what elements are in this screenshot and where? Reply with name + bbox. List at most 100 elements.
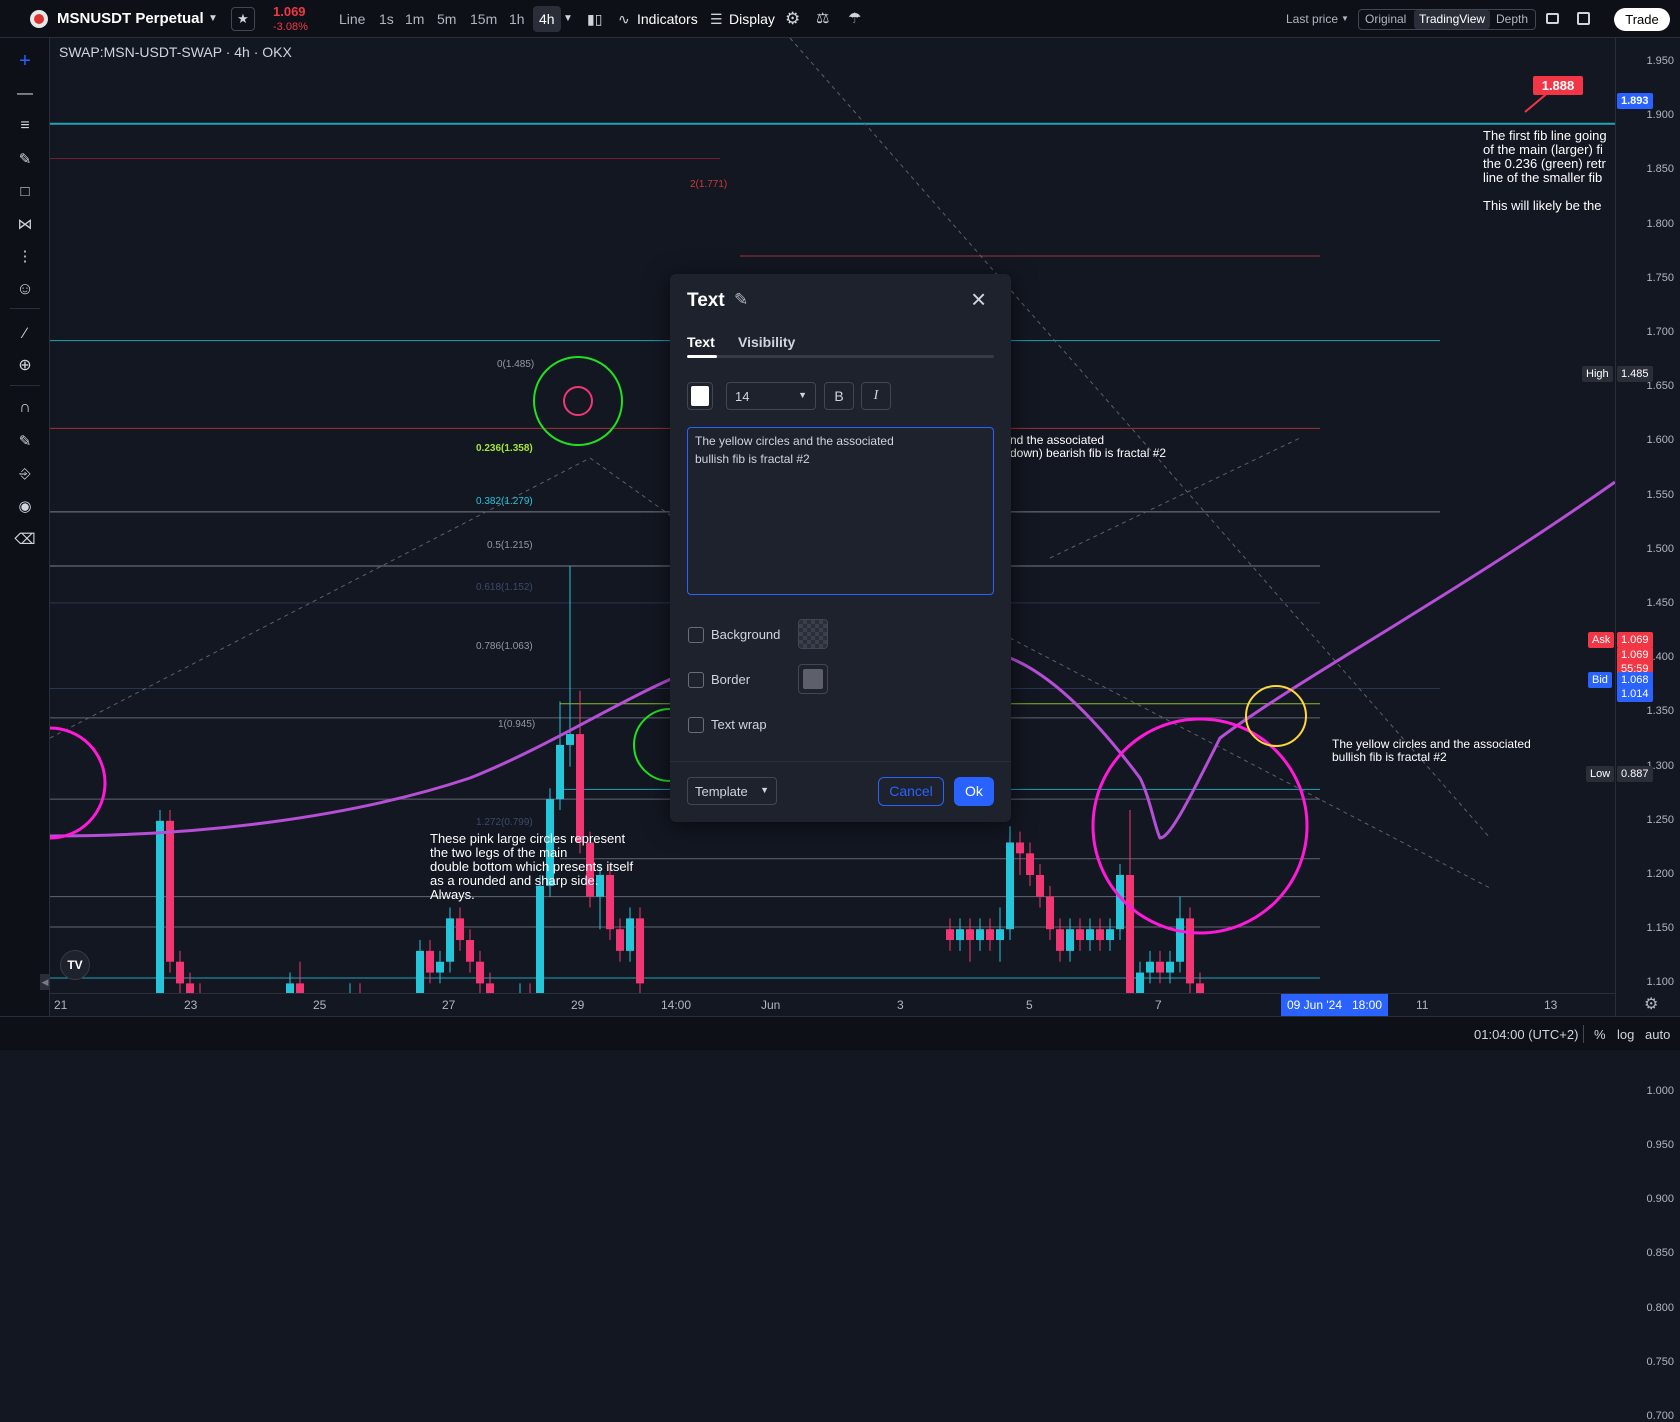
timescale-settings-gear-icon[interactable]: ⚙ [1644, 994, 1658, 1014]
fullscreen-icon[interactable] [1546, 13, 1559, 24]
collapse-toolbar-icon[interactable]: ◀ [40, 974, 50, 990]
candle-body [996, 929, 1004, 940]
font-size-select[interactable]: 14 ▼ [726, 382, 816, 410]
price-callout[interactable]: 1.888 [1533, 76, 1583, 95]
candle-body [1056, 929, 1064, 951]
fib-label-1: 1(0.945) [498, 719, 535, 730]
tf-15m[interactable]: 15m [470, 0, 497, 38]
text-input[interactable] [687, 427, 994, 595]
symbol-name[interactable]: MSNUSDT Perpetual [57, 0, 204, 38]
annotation-icon[interactable]: □ [12, 178, 38, 204]
candle-body [636, 918, 644, 983]
indicators-icon[interactable]: ∿ [618, 0, 630, 38]
tf-line[interactable]: Line [339, 0, 365, 38]
candle-body [956, 929, 964, 940]
template-label: Template [695, 784, 748, 799]
tab-visibility[interactable]: Visibility [738, 334, 795, 350]
price-tick: 1.900 [1646, 109, 1674, 121]
eye-icon[interactable]: ◉ [12, 493, 38, 519]
tf-5m[interactable]: 5m [437, 0, 456, 38]
emoji-icon[interactable]: ☺ [12, 276, 38, 302]
bottom-bar: 01:04:00 (UTC+2) % log auto [0, 1016, 1680, 1050]
trade-button[interactable]: Trade [1614, 8, 1670, 31]
compare-scale-icon[interactable]: ⚖ [816, 0, 829, 38]
note-yellow-circles[interactable]: The yellow circles and the associated bu… [1332, 738, 1531, 764]
time-scale[interactable]: 21 23 25 27 29 14:00 Jun 3 5 7 09 Jun '2… [50, 993, 1615, 1016]
border-color-swatch[interactable] [798, 664, 828, 694]
rename-pencil-icon[interactable]: ✎ [734, 290, 748, 310]
price-tick: 1.700 [1646, 326, 1674, 338]
note-pink-circles[interactable]: These pink large circles represent the t… [430, 832, 633, 902]
text-dialog: Text ✎ × Text Visibility 14 ▼ B I Backgr… [670, 274, 1011, 822]
magnet-icon[interactable]: ∩ [12, 395, 38, 421]
template-select[interactable]: Template ▼ [687, 777, 777, 805]
fib-label-0618: 0.618(1.152) [476, 582, 533, 593]
clock[interactable]: 01:04:00 (UTC+2) [1474, 1027, 1578, 1042]
candle-body [976, 929, 984, 940]
price-tick: 1.850 [1646, 163, 1674, 175]
indicators-button[interactable]: Indicators [637, 0, 698, 38]
price-tick: 0.700 [1646, 1410, 1674, 1422]
border-checkbox[interactable] [688, 672, 704, 688]
stay-drawing-icon[interactable]: ✎ [12, 428, 38, 454]
auto-toggle[interactable]: auto [1645, 1027, 1670, 1042]
yellow-circle [1246, 686, 1306, 746]
background-color-swatch[interactable] [798, 619, 828, 649]
view-depth[interactable]: Depth [1496, 12, 1528, 26]
screenshot-icon[interactable] [1577, 12, 1590, 25]
note-first-fib[interactable]: The first fib line going of the main (la… [1483, 129, 1607, 213]
close-icon[interactable]: × [971, 284, 986, 314]
percent-toggle[interactable]: % [1594, 1027, 1606, 1042]
chart-legend: SWAP:MSN-USDT-SWAP · 4h · OKX [59, 44, 292, 60]
trend-line-icon[interactable]: — [12, 81, 38, 107]
text-color-swatch[interactable] [687, 382, 713, 410]
active-tab-indicator [687, 355, 717, 358]
view-original[interactable]: Original [1365, 12, 1406, 26]
prediction-icon[interactable]: ⋮ [12, 243, 38, 269]
text-wrap-checkbox[interactable] [688, 717, 704, 733]
candle-body [626, 918, 634, 951]
ask-label: Ask [1588, 632, 1614, 648]
zoom-in-icon[interactable]: ⊕ [12, 352, 38, 378]
price-tick: 1.750 [1646, 272, 1674, 284]
ruler-icon[interactable]: ∕ [12, 320, 38, 346]
tf-1m[interactable]: 1m [405, 0, 424, 38]
green-circle [534, 357, 622, 445]
fib-tools-icon[interactable]: ≡ [12, 113, 38, 139]
tf-1h[interactable]: 1h [509, 0, 525, 38]
note-bearish-fib[interactable]: nd the associated down) bearish fib is f… [1010, 434, 1166, 460]
tab-text[interactable]: Text [687, 334, 715, 350]
candle-body [426, 951, 434, 973]
candle-body [986, 929, 994, 940]
settings-gear-icon[interactable]: ⚙ [785, 0, 800, 38]
price-tick: 1.000 [1646, 1085, 1674, 1097]
brush-icon[interactable]: ✎ [12, 146, 38, 172]
price-tick: 1.250 [1646, 814, 1674, 826]
tradingview-logo-icon[interactable]: TV [60, 950, 90, 980]
chevron-down-icon[interactable]: ▼ [208, 0, 218, 38]
log-toggle[interactable]: log [1617, 1027, 1634, 1042]
trash-icon[interactable]: ⌫ [12, 526, 38, 552]
display-icon[interactable]: ☰ [710, 0, 723, 38]
last-price-select[interactable]: Last price [1286, 0, 1338, 38]
alert-bell-icon[interactable]: ☂ [848, 0, 861, 38]
ok-button[interactable]: Ok [954, 777, 994, 806]
italic-button[interactable]: I [861, 382, 891, 410]
background-checkbox[interactable] [688, 627, 704, 643]
timeframe-chevron-icon[interactable]: ▼ [563, 0, 573, 38]
crosshair-icon[interactable]: + [12, 48, 38, 74]
tf-1s[interactable]: 1s [379, 0, 394, 38]
display-button[interactable]: Display [729, 0, 775, 38]
tf-4h[interactable]: 4h [533, 6, 561, 32]
lock-icon[interactable]: ⎆ [12, 460, 38, 486]
favorite-star-icon[interactable]: ★ [231, 7, 255, 31]
view-tradingview[interactable]: TradingView [1414, 10, 1490, 29]
price-scale[interactable]: 1.9501.9001.8501.8001.7501.7001.6501.600… [1615, 38, 1680, 1016]
cancel-button[interactable]: Cancel [878, 777, 944, 806]
price-tick: 0.950 [1646, 1139, 1674, 1151]
candle-type-icon[interactable]: ▮▯ [587, 0, 602, 38]
pattern-icon[interactable]: ⋈ [12, 211, 38, 237]
price-tick: 1.950 [1646, 55, 1674, 67]
text-wrap-label: Text wrap [711, 717, 767, 732]
bold-button[interactable]: B [824, 382, 854, 410]
